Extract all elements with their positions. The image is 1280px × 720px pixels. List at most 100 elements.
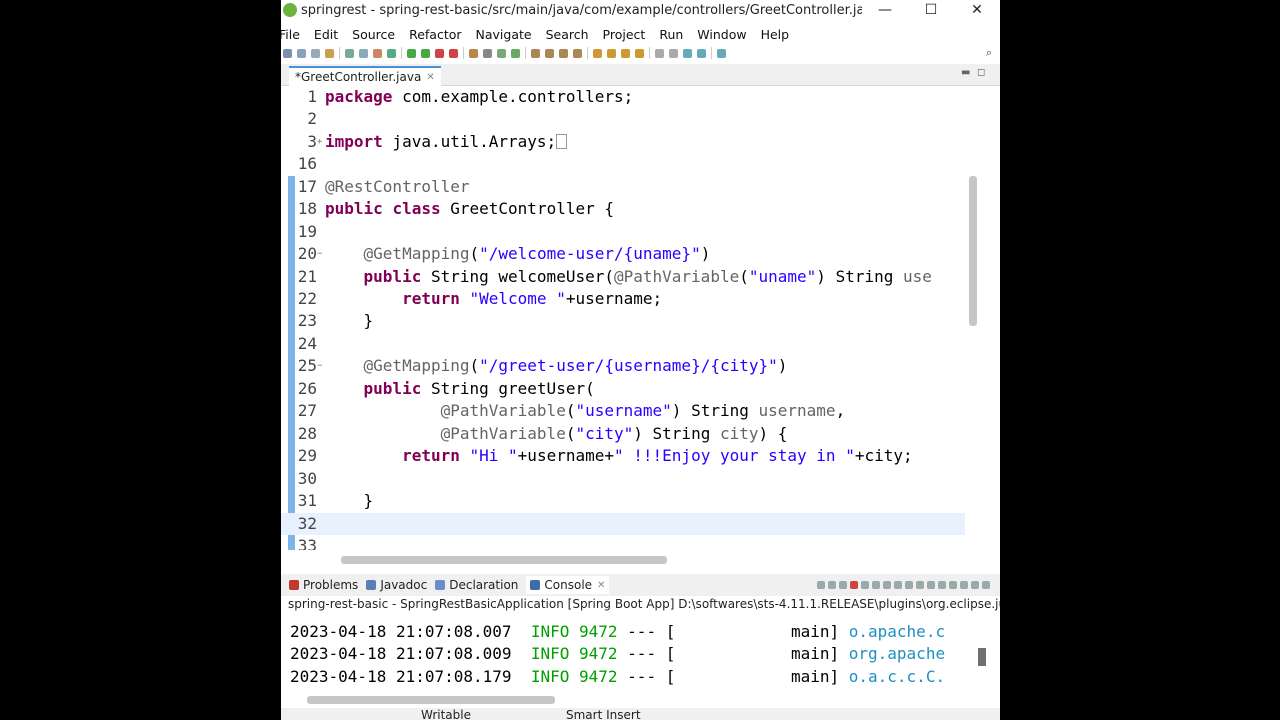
tab-javadoc[interactable]: Javadoc	[366, 578, 427, 592]
console-tool-icon[interactable]	[938, 581, 946, 589]
menu-search[interactable]: Search	[546, 27, 589, 42]
maximize-button[interactable]: ☐	[908, 0, 954, 20]
menu-navigate[interactable]: Navigate	[476, 27, 532, 42]
code-line[interactable]: 33	[281, 535, 965, 550]
toolbar-tool-icon[interactable]	[435, 48, 444, 58]
console-tool-icon[interactable]	[861, 581, 869, 589]
code-text[interactable]: return "Hi "+username+" !!!Enjoy your st…	[325, 445, 913, 467]
menu-window[interactable]: Window	[697, 27, 746, 42]
console-tool-icon[interactable]	[982, 581, 990, 589]
menu-run[interactable]: Run	[659, 27, 683, 42]
code-text[interactable]: @GetMapping("/welcome-user/{uname}")	[325, 243, 711, 265]
toolbar-tool-icon[interactable]	[297, 48, 306, 58]
menu-source[interactable]: Source	[352, 27, 395, 42]
code-line[interactable]: 16	[281, 153, 965, 175]
toolbar-tool-icon[interactable]	[511, 48, 520, 58]
toolbar-tool-icon[interactable]	[655, 48, 664, 58]
code-text[interactable]: import java.util.Arrays;	[325, 131, 568, 153]
editor-vertical-scrollbar[interactable]	[969, 176, 977, 326]
code-text[interactable]: package com.example.controllers;	[325, 86, 633, 108]
menu-project[interactable]: Project	[603, 27, 646, 42]
code-line[interactable]: 31 }	[281, 490, 965, 512]
code-line[interactable]: 19	[281, 221, 965, 243]
console-tool-icon[interactable]	[872, 581, 880, 589]
close-button[interactable]: ✕	[954, 0, 1000, 20]
toolbar-tool-icon[interactable]	[283, 48, 292, 58]
code-line[interactable]: 26 public String greetUser(	[281, 378, 965, 400]
tab-close-icon[interactable]: ✕	[426, 72, 434, 83]
toolbar-tool-icon[interactable]	[387, 48, 396, 58]
code-line[interactable]: 3 + import java.util.Arrays;	[281, 131, 965, 153]
code-line[interactable]: 29 return "Hi "+username+" !!!Enjoy your…	[281, 445, 965, 467]
toolbar-tool-icon[interactable]	[421, 48, 430, 58]
collapse-fold-icon[interactable]: −	[317, 355, 322, 377]
toolbar-tool-icon[interactable]	[407, 48, 416, 58]
code-text[interactable]: }	[325, 310, 374, 332]
toolbar-tool-icon[interactable]	[573, 48, 582, 58]
toolbar-tool-icon[interactable]	[607, 48, 616, 58]
code-line[interactable]: 28 @PathVariable("city") String city) {	[281, 423, 965, 445]
code-line[interactable]: 23 }	[281, 310, 965, 332]
code-line[interactable]: 1 package com.example.controllers;	[281, 86, 965, 108]
code-text[interactable]: }	[325, 490, 374, 512]
toolbar-tool-icon[interactable]	[345, 48, 354, 58]
expand-fold-icon[interactable]: +	[317, 131, 322, 153]
menu-file[interactable]: File	[281, 27, 300, 42]
toolbar-tool-icon[interactable]	[483, 48, 492, 58]
code-text[interactable]: public class GreetController {	[325, 198, 614, 220]
console-horizontal-scrollbar[interactable]	[307, 696, 555, 704]
toolbar-tool-icon[interactable]	[621, 48, 630, 58]
code-text[interactable]: @PathVariable("city") String city) {	[325, 423, 788, 445]
console-tool-icon[interactable]	[894, 581, 902, 589]
toolbar-tool-icon[interactable]	[669, 48, 678, 58]
log-line[interactable]: 2023-04-18 21:07:08.007 INFO 9472 --- [ …	[290, 621, 945, 643]
toolbar-tool-icon[interactable]	[717, 48, 726, 58]
title-bar[interactable]: springrest - spring-rest-basic/src/main/…	[281, 0, 1000, 20]
toolbar-tool-icon[interactable]	[497, 48, 506, 58]
tab-console[interactable]: Console ✕	[526, 576, 610, 594]
toolbar-tool-icon[interactable]	[373, 48, 382, 58]
toolbar-tool-icon[interactable]	[545, 48, 554, 58]
console-tool-icon[interactable]	[949, 581, 957, 589]
minimize-button[interactable]: —	[862, 0, 908, 20]
code-line[interactable]: 24	[281, 333, 965, 355]
editor-horizontal-scrollbar[interactable]	[341, 556, 667, 564]
code-text[interactable]: return "Welcome "+username;	[325, 288, 662, 310]
code-line[interactable]: 22 return "Welcome "+username;	[281, 288, 965, 310]
code-line[interactable]: 20− @GetMapping("/welcome-user/{uname}")	[281, 243, 965, 265]
console-vertical-scrollbar[interactable]	[978, 648, 986, 666]
code-line[interactable]: 21 public String welcomeUser(@PathVariab…	[281, 266, 965, 288]
quick-search-icon[interactable]: ⌕	[986, 46, 992, 60]
console-close-icon[interactable]: ✕	[597, 580, 605, 591]
console-tool-icon[interactable]	[916, 581, 924, 589]
console-tool-icon[interactable]	[828, 581, 836, 589]
code-text[interactable]: @PathVariable("username") String usernam…	[325, 400, 846, 422]
code-editor[interactable]: 1 package com.example.controllers; 2 3 + impo…	[281, 86, 1000, 550]
code-line[interactable]: 32	[281, 513, 965, 535]
console-tool-icon[interactable]	[960, 581, 968, 589]
log-line[interactable]: 2023-04-18 21:07:08.009 INFO 9472 --- [ …	[290, 643, 945, 665]
toolbar-tool-icon[interactable]	[449, 48, 458, 58]
console-tool-icon[interactable]	[839, 581, 847, 589]
toolbar-tool-icon[interactable]	[325, 48, 334, 58]
toolbar-tool-icon[interactable]	[359, 48, 368, 58]
toolbar-tool-icon[interactable]	[697, 48, 706, 58]
code-line[interactable]: 2	[281, 108, 965, 130]
console-tool-icon[interactable]	[905, 581, 913, 589]
code-text[interactable]: public String welcomeUser(@PathVariable(…	[325, 266, 932, 288]
code-line[interactable]: 30	[281, 468, 965, 490]
toolbar-tool-icon[interactable]	[683, 48, 692, 58]
code-line[interactable]: 17 @RestController	[281, 176, 965, 198]
code-line[interactable]: 18 public class GreetController {	[281, 198, 965, 220]
tab-problems[interactable]: Problems	[289, 578, 358, 592]
console-tool-icon[interactable]	[817, 581, 825, 589]
tab-greetcontroller[interactable]: *GreetController.java ✕	[289, 66, 441, 86]
code-text[interactable]: public String greetUser(	[325, 378, 595, 400]
toolbar-tool-icon[interactable]	[469, 48, 478, 58]
editor-maximize-icon[interactable]: ◻	[977, 67, 985, 78]
toolbar-tool-icon[interactable]	[635, 48, 644, 58]
code-line[interactable]: 27 @PathVariable("username") String user…	[281, 400, 965, 422]
menu-edit[interactable]: Edit	[314, 27, 338, 42]
menu-refactor[interactable]: Refactor	[409, 27, 461, 42]
console-output[interactable]: 2023-04-18 21:07:08.007 INFO 9472 --- [ …	[281, 612, 1000, 692]
